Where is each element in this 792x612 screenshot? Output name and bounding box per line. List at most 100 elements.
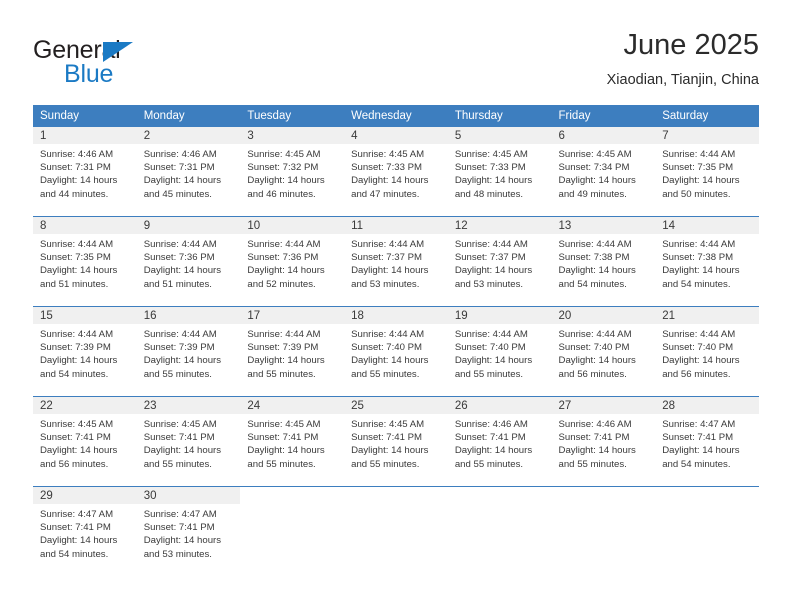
daylight-text-line2: and 55 minutes. [454,368,524,380]
calendar-day-cell[interactable]: 11 Sunrise: 4:44 AM Sunset: 7:37 PM Dayl… [344,216,448,307]
general-blue-logo[interactable]: General Blue [33,36,213,88]
daylight-text-line2: and 53 minutes. [351,278,420,290]
calendar-day-cell[interactable]: 8 Sunrise: 4:44 AM Sunset: 7:35 PM Dayli… [33,216,137,307]
weekday-header-tuesday: Tuesday [240,105,345,127]
day-details: Sunrise: 4:47 AM Sunset: 7:41 PM Dayligh… [33,504,137,561]
daylight-text-line1: Daylight: 14 hours [143,175,222,187]
sunset-text: Sunset: 7:39 PM [143,342,215,354]
calendar-day-cell[interactable]: 6 Sunrise: 4:45 AM Sunset: 7:34 PM Dayli… [551,127,656,217]
sunset-text: Sunset: 7:35 PM [40,252,111,264]
calendar-day-cell-empty [655,486,759,576]
calendar-day-cell[interactable]: 13 Sunrise: 4:44 AM Sunset: 7:38 PM Dayl… [551,216,656,307]
day-details: Sunrise: 4:44 AM Sunset: 7:37 PM Dayligh… [344,234,448,291]
daylight-text-line2: and 56 minutes. [40,458,109,470]
calendar-day-cell[interactable]: 27 Sunrise: 4:46 AM Sunset: 7:41 PM Dayl… [551,396,656,487]
weekday-header-saturday: Saturday [655,105,759,127]
day-number: 30 [136,487,241,504]
day-details: Sunrise: 4:45 AM Sunset: 7:34 PM Dayligh… [552,144,656,201]
calendar-week-row: 15 Sunrise: 4:44 AM Sunset: 7:39 PM Dayl… [33,306,759,397]
day-details: Sunrise: 4:44 AM Sunset: 7:40 PM Dayligh… [552,324,656,381]
sunrise-text: Sunrise: 4:44 AM [247,239,321,250]
page-header: General Blue June 2025 Xiaodian, Tianjin… [33,28,759,98]
daylight-text-line1: Daylight: 14 hours [662,445,740,457]
calendar-day-cell[interactable]: 17 Sunrise: 4:44 AM Sunset: 7:39 PM Dayl… [240,306,345,397]
day-number: 15 [33,307,137,324]
daylight-text-line1: Daylight: 14 hours [247,265,325,277]
daylight-text-line1: Daylight: 14 hours [454,355,533,367]
sunrise-text: Sunrise: 4:47 AM [662,419,736,430]
calendar-day-cell[interactable]: 29 Sunrise: 4:47 AM Sunset: 7:41 PM Dayl… [33,486,137,576]
calendar-day-cell[interactable]: 14 Sunrise: 4:44 AM Sunset: 7:38 PM Dayl… [655,216,759,307]
calendar-day-cell[interactable]: 20 Sunrise: 4:44 AM Sunset: 7:40 PM Dayl… [551,306,656,397]
calendar-day-cell[interactable]: 12 Sunrise: 4:44 AM Sunset: 7:37 PM Dayl… [447,216,552,307]
calendar-day-cell[interactable]: 1 Sunrise: 4:46 AM Sunset: 7:31 PM Dayli… [33,127,137,217]
daylight-text-line2: and 55 minutes. [351,458,420,470]
sunset-text: Sunset: 7:33 PM [351,162,423,174]
sunset-text: Sunset: 7:38 PM [558,252,630,264]
day-details: Sunrise: 4:44 AM Sunset: 7:40 PM Dayligh… [448,324,552,381]
daylight-text-line1: Daylight: 14 hours [351,175,429,187]
calendar-day-cell[interactable]: 16 Sunrise: 4:44 AM Sunset: 7:39 PM Dayl… [136,306,241,397]
day-number: 24 [240,397,345,414]
day-number: 23 [136,397,241,414]
sunset-text: Sunset: 7:35 PM [662,162,734,174]
calendar-day-cell[interactable]: 9 Sunrise: 4:44 AM Sunset: 7:36 PM Dayli… [136,216,241,307]
day-number: 5 [447,127,552,144]
sunrise-text: Sunrise: 4:45 AM [454,149,528,160]
calendar-day-cell[interactable]: 28 Sunrise: 4:47 AM Sunset: 7:41 PM Dayl… [655,396,759,487]
calendar-day-cell[interactable]: 24 Sunrise: 4:45 AM Sunset: 7:41 PM Dayl… [240,396,345,487]
calendar-day-cell[interactable]: 19 Sunrise: 4:44 AM Sunset: 7:40 PM Dayl… [447,306,552,397]
sunset-text: Sunset: 7:40 PM [351,342,423,354]
calendar-day-cell[interactable]: 7 Sunrise: 4:44 AM Sunset: 7:35 PM Dayli… [655,127,759,217]
calendar-day-cell[interactable]: 25 Sunrise: 4:45 AM Sunset: 7:41 PM Dayl… [344,396,448,487]
day-number: 19 [447,307,552,324]
calendar-day-cell[interactable]: 2 Sunrise: 4:46 AM Sunset: 7:31 PM Dayli… [136,127,241,217]
day-details: Sunrise: 4:44 AM Sunset: 7:39 PM Dayligh… [137,324,241,381]
sunrise-text: Sunrise: 4:45 AM [351,149,425,160]
daylight-text-line1: Daylight: 14 hours [40,175,118,187]
calendar-day-cell-empty [551,486,656,576]
calendar-day-cell[interactable]: 5 Sunrise: 4:45 AM Sunset: 7:33 PM Dayli… [447,127,552,217]
calendar-week-row: 22 Sunrise: 4:45 AM Sunset: 7:41 PM Dayl… [33,396,759,487]
daylight-text-line2: and 47 minutes. [351,188,420,200]
calendar-day-cell[interactable]: 21 Sunrise: 4:44 AM Sunset: 7:40 PM Dayl… [655,306,759,397]
calendar-day-cell[interactable]: 26 Sunrise: 4:46 AM Sunset: 7:41 PM Dayl… [447,396,552,487]
sunset-text: Sunset: 7:39 PM [40,342,111,354]
sunset-text: Sunset: 7:40 PM [662,342,734,354]
daylight-text-line2: and 48 minutes. [454,188,524,200]
calendar-day-cell[interactable]: 15 Sunrise: 4:44 AM Sunset: 7:39 PM Dayl… [33,306,137,397]
daylight-text-line1: Daylight: 14 hours [454,445,533,457]
calendar-day-cell[interactable]: 10 Sunrise: 4:44 AM Sunset: 7:36 PM Dayl… [240,216,345,307]
daylight-text-line2: and 53 minutes. [454,278,524,290]
daylight-text-line2: and 56 minutes. [558,368,627,380]
day-details: Sunrise: 4:44 AM Sunset: 7:40 PM Dayligh… [344,324,448,381]
daylight-text-line1: Daylight: 14 hours [40,535,118,547]
sunset-text: Sunset: 7:33 PM [454,162,526,174]
daylight-text-line2: and 55 minutes. [143,458,212,470]
calendar-day-cell[interactable]: 22 Sunrise: 4:45 AM Sunset: 7:41 PM Dayl… [33,396,137,487]
daylight-text-line1: Daylight: 14 hours [143,265,222,277]
calendar-day-cell[interactable]: 18 Sunrise: 4:44 AM Sunset: 7:40 PM Dayl… [344,306,448,397]
sunrise-text: Sunrise: 4:46 AM [454,419,528,430]
calendar-day-cell[interactable]: 4 Sunrise: 4:45 AM Sunset: 7:33 PM Dayli… [344,127,448,217]
sunrise-text: Sunrise: 4:45 AM [247,419,321,430]
page-title: June 2025 [623,29,759,61]
day-number [655,487,759,504]
day-details: Sunrise: 4:44 AM Sunset: 7:36 PM Dayligh… [240,234,344,291]
day-number: 6 [551,127,656,144]
daylight-text-line1: Daylight: 14 hours [143,355,222,367]
sunrise-text: Sunrise: 4:45 AM [40,419,114,430]
sunset-text: Sunset: 7:34 PM [558,162,630,174]
calendar-day-cell[interactable]: 30 Sunrise: 4:47 AM Sunset: 7:41 PM Dayl… [136,486,241,576]
day-number: 29 [33,487,137,504]
sunset-text: Sunset: 7:40 PM [454,342,526,354]
sunrise-text: Sunrise: 4:44 AM [40,329,114,340]
day-number: 2 [136,127,241,144]
day-number: 20 [551,307,656,324]
daylight-text-line1: Daylight: 14 hours [558,175,636,187]
calendar-day-cell[interactable]: 3 Sunrise: 4:45 AM Sunset: 7:32 PM Dayli… [240,127,345,217]
sunrise-text: Sunrise: 4:44 AM [143,239,217,250]
day-details: Sunrise: 4:45 AM Sunset: 7:41 PM Dayligh… [344,414,448,471]
calendar-day-cell[interactable]: 23 Sunrise: 4:45 AM Sunset: 7:41 PM Dayl… [136,396,241,487]
sunrise-text: Sunrise: 4:44 AM [662,149,736,160]
